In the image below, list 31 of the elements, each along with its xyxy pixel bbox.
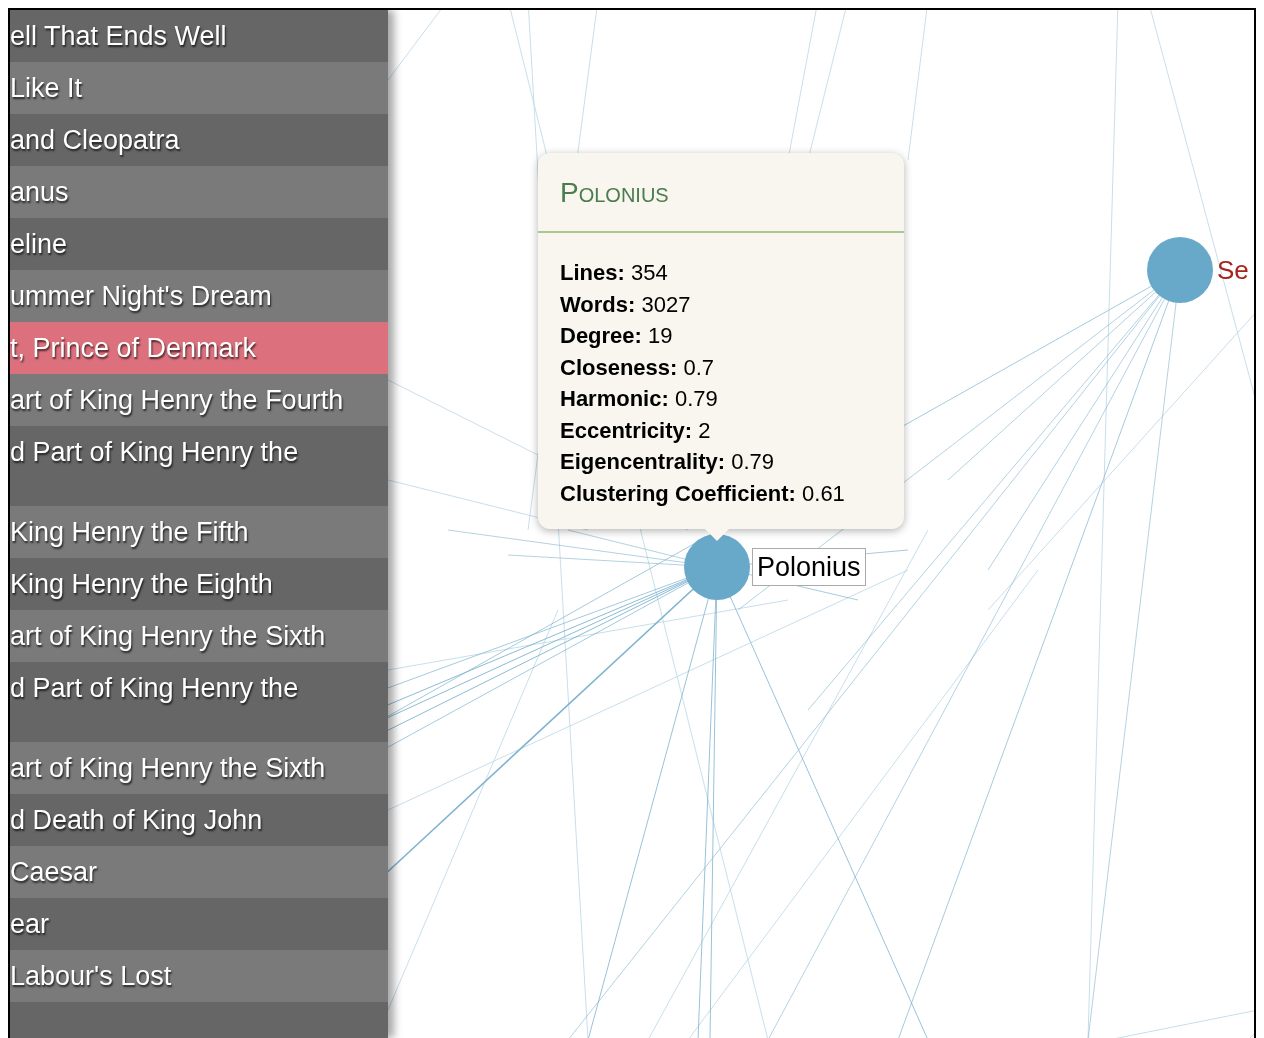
play-item[interactable]: King Henry the Fifth: [10, 506, 388, 558]
play-item[interactable]: Like It: [10, 62, 388, 114]
stat-line: Eccentricity: 2: [560, 416, 712, 445]
node-label: Polonius: [752, 548, 866, 586]
play-item[interactable]: art of King Henry the Fourth: [10, 374, 388, 426]
play-item[interactable]: d Part of King Henry the: [10, 426, 388, 506]
stat-line: Closeness: 0.7: [560, 353, 716, 382]
play-item[interactable]: anus: [10, 166, 388, 218]
stat-line: Eigencentrality: 0.79: [560, 448, 775, 476]
tooltip-title: Polonius: [560, 176, 670, 210]
play-item[interactable]: Caesar: [10, 846, 388, 898]
play-item[interactable]: d Death of King John: [10, 794, 388, 846]
stat-line: Words: 3027: [560, 290, 692, 319]
play-item[interactable]: eline: [10, 218, 388, 270]
stat-line: Harmonic: 0.79: [560, 385, 719, 413]
play-item[interactable]: ear: [10, 898, 388, 950]
play-item[interactable]: art of King Henry the Sixth: [10, 742, 388, 794]
stat-line: Degree: 19: [560, 322, 674, 350]
play-item[interactable]: Labour's Lost: [10, 950, 388, 1002]
node-circle[interactable]: [1147, 237, 1213, 303]
node-circle[interactable]: [684, 534, 750, 600]
play-item[interactable]: King Henry the Eighth: [10, 558, 388, 610]
node-label: Se: [1217, 254, 1249, 287]
stat-line: Clustering Coefficient: 0.61: [560, 479, 846, 508]
play-item[interactable]: and Cleopatra: [10, 114, 388, 166]
play-item[interactable]: ummer Night's Dream: [10, 270, 388, 322]
play-item[interactable]: ell That Ends Well: [10, 10, 388, 62]
play-item[interactable]: art of King Henry the Sixth: [10, 610, 388, 662]
stat-line: Lines: 354: [560, 259, 669, 287]
play-item[interactable]: d Part of King Henry the: [10, 662, 388, 742]
play-item[interactable]: t, Prince of Denmark: [10, 322, 388, 374]
